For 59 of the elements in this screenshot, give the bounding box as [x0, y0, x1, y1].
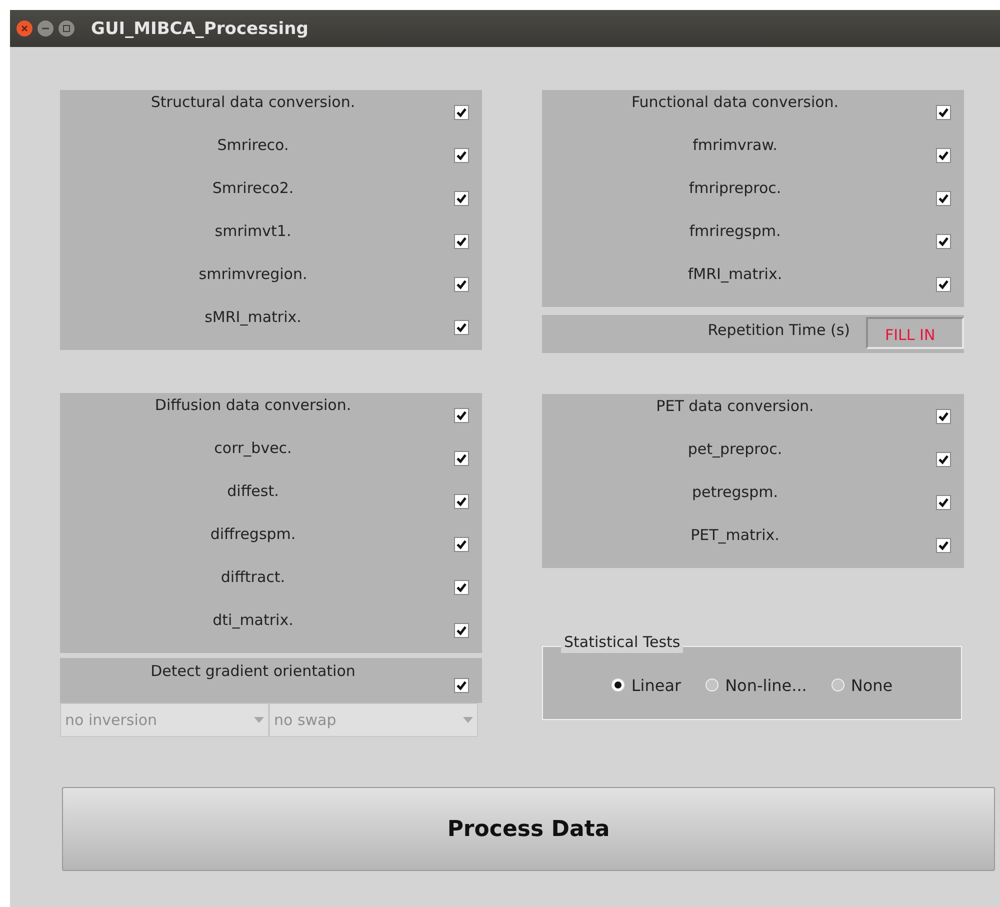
checkbox[interactable]	[936, 191, 951, 206]
checkbox[interactable]	[936, 495, 951, 510]
radio-icon	[705, 678, 720, 692]
checkbox[interactable]	[936, 538, 951, 553]
caret-icon	[254, 717, 264, 723]
option-label: Structural data conversion.	[150, 92, 356, 111]
maximize-icon[interactable]	[58, 20, 75, 37]
option-label: Smrireco.	[216, 135, 290, 154]
option-label: sMRI_matrix.	[204, 307, 302, 326]
option-label: corr_bvec.	[213, 438, 293, 457]
checkbox[interactable]	[936, 148, 951, 163]
field-label: Repetition Time (s)	[706, 320, 851, 339]
radio-icon	[611, 678, 626, 692]
checkbox[interactable]	[936, 234, 951, 249]
option-label: Smrireco2.	[211, 178, 295, 197]
checkbox[interactable]	[454, 580, 469, 595]
checkbox[interactable]	[454, 678, 469, 693]
group-title: Statistical Tests	[561, 633, 684, 653]
option-label: diffregspm.	[209, 524, 297, 543]
window-title: GUI_MIBCA_Processing	[91, 18, 308, 38]
checkbox[interactable]	[936, 105, 951, 120]
option-label: petregspm.	[691, 482, 779, 501]
checkbox[interactable]	[454, 623, 469, 638]
process-button[interactable]: Process Data	[62, 787, 995, 871]
caret-icon	[463, 717, 473, 723]
option-label: fmrimvraw.	[692, 135, 778, 154]
checkbox[interactable]	[454, 451, 469, 466]
close-icon[interactable]	[16, 20, 33, 37]
radio-button[interactable]: Linear	[611, 676, 682, 694]
checkbox[interactable]	[454, 234, 469, 249]
option-label: Detect gradient orientation	[150, 661, 356, 682]
option-label: smrimvt1.	[214, 221, 292, 240]
checkbox[interactable]	[454, 320, 469, 335]
option-label: fmriregspm.	[688, 221, 782, 240]
option-label: pet_preproc.	[686, 439, 784, 458]
option-label: fmripreproc.	[688, 178, 782, 197]
option-label: PET_matrix.	[690, 525, 780, 544]
checkbox[interactable]	[454, 105, 469, 120]
option-label: difftract.	[220, 567, 286, 586]
minimize-icon[interactable]	[37, 20, 54, 37]
checkbox[interactable]	[454, 277, 469, 292]
checkbox[interactable]	[936, 277, 951, 292]
radio-icon	[830, 678, 845, 692]
radio-button[interactable]: None	[830, 676, 893, 694]
checkbox[interactable]	[936, 409, 951, 424]
option-label: PET data conversion.	[655, 396, 815, 415]
checkbox[interactable]	[936, 452, 951, 467]
option-label: Diffusion data conversion.	[154, 395, 352, 414]
option-label: fMRI_matrix.	[686, 264, 784, 283]
radio-button[interactable]: Non-line...	[705, 676, 807, 694]
option-label: diffest.	[226, 481, 280, 500]
checkbox[interactable]	[454, 494, 469, 509]
checkbox[interactable]	[454, 191, 469, 206]
option-label: Functional data conversion.	[630, 92, 840, 111]
checkbox[interactable]	[454, 148, 469, 163]
option-label: dti_matrix.	[212, 610, 294, 629]
checkbox[interactable]	[454, 408, 469, 423]
checkbox[interactable]	[454, 537, 469, 552]
option-label: smrimvregion.	[198, 264, 308, 283]
